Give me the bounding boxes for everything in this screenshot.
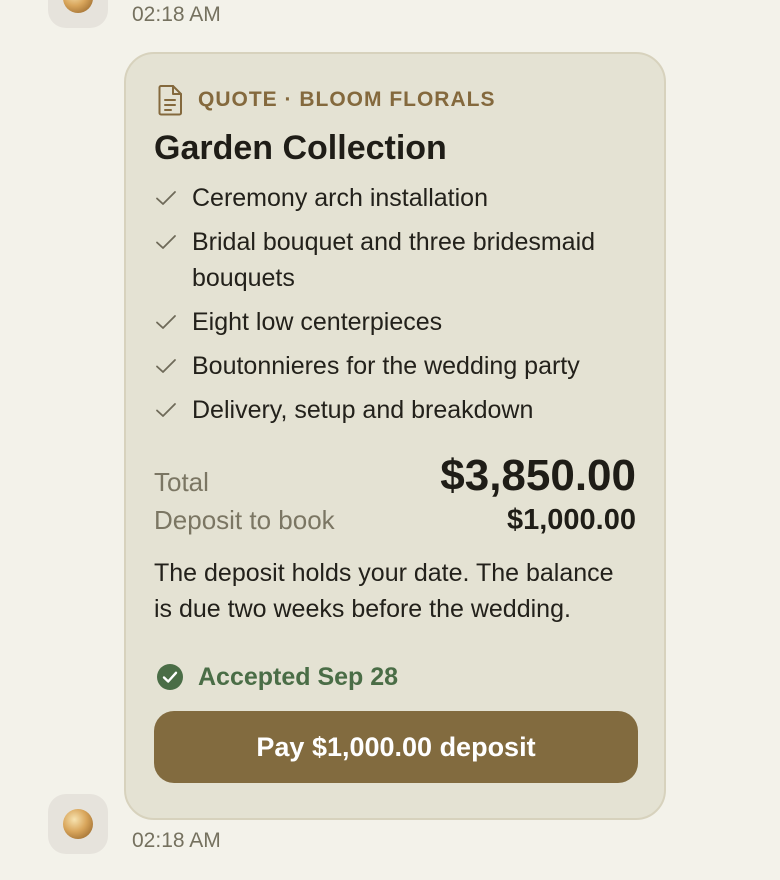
list-item: Bridal bouquet and three bridesmaid bouq…: [154, 224, 636, 296]
quote-items-list: Ceremony arch installation Bridal bouque…: [154, 180, 636, 428]
avatar: [48, 0, 108, 28]
list-item-text: Bridal bouquet and three bridesmaid bouq…: [192, 228, 596, 292]
quote-totals: Total $3,850.00 Deposit to book $1,000.0…: [154, 450, 636, 537]
check-icon: [154, 392, 180, 428]
check-icon: [154, 304, 180, 340]
status-badge: Accepted Sep 28: [154, 659, 636, 695]
document-icon: [156, 84, 184, 116]
deposit-row: Deposit to book $1,000.00: [154, 504, 636, 537]
avatar-image: [63, 0, 93, 13]
quote-card: QUOTE · BLOOM FLORALS Garden Collection …: [124, 52, 666, 820]
avatar-image: [63, 809, 93, 839]
list-item-text: Boutonnieres for the wedding party: [192, 352, 580, 380]
status-text: Accepted Sep 28: [198, 662, 399, 691]
list-item: Delivery, setup and breakdown: [154, 392, 636, 428]
deposit-label: Deposit to book: [154, 505, 335, 535]
list-item-text: Ceremony arch installation: [192, 184, 488, 212]
list-item-text: Eight low centerpieces: [192, 308, 443, 336]
list-item: Ceremony arch installation: [154, 180, 636, 216]
avatar: [48, 794, 108, 854]
check-icon: [154, 348, 180, 384]
quote-header: QUOTE · BLOOM FLORALS: [154, 82, 636, 118]
list-item: Boutonnieres for the wedding party: [154, 348, 636, 384]
total-amount: $3,850.00: [440, 451, 636, 500]
chat-view: 02:18 AM QUOTE · BLOOM FLORALS Garden Co…: [0, 0, 780, 880]
message-timestamp: 02:18 AM: [132, 829, 221, 852]
list-item: Eight low centerpieces: [154, 304, 636, 340]
pay-deposit-button[interactable]: Pay $1,000.00 deposit: [154, 711, 638, 783]
quote-title: Garden Collection: [154, 129, 447, 167]
message-timestamp: 02:18 AM: [132, 3, 221, 26]
check-circle-icon: [156, 663, 184, 691]
deposit-note: The deposit holds your date. The balance…: [154, 559, 614, 623]
check-icon: [154, 224, 180, 260]
check-icon: [154, 180, 180, 216]
quote-label: QUOTE · BLOOM FLORALS: [198, 88, 496, 111]
deposit-amount: $1,000.00: [506, 504, 636, 536]
total-row: Total $3,850.00: [154, 450, 636, 502]
total-label: Total: [154, 467, 209, 497]
list-item-text: Delivery, setup and breakdown: [192, 396, 534, 424]
